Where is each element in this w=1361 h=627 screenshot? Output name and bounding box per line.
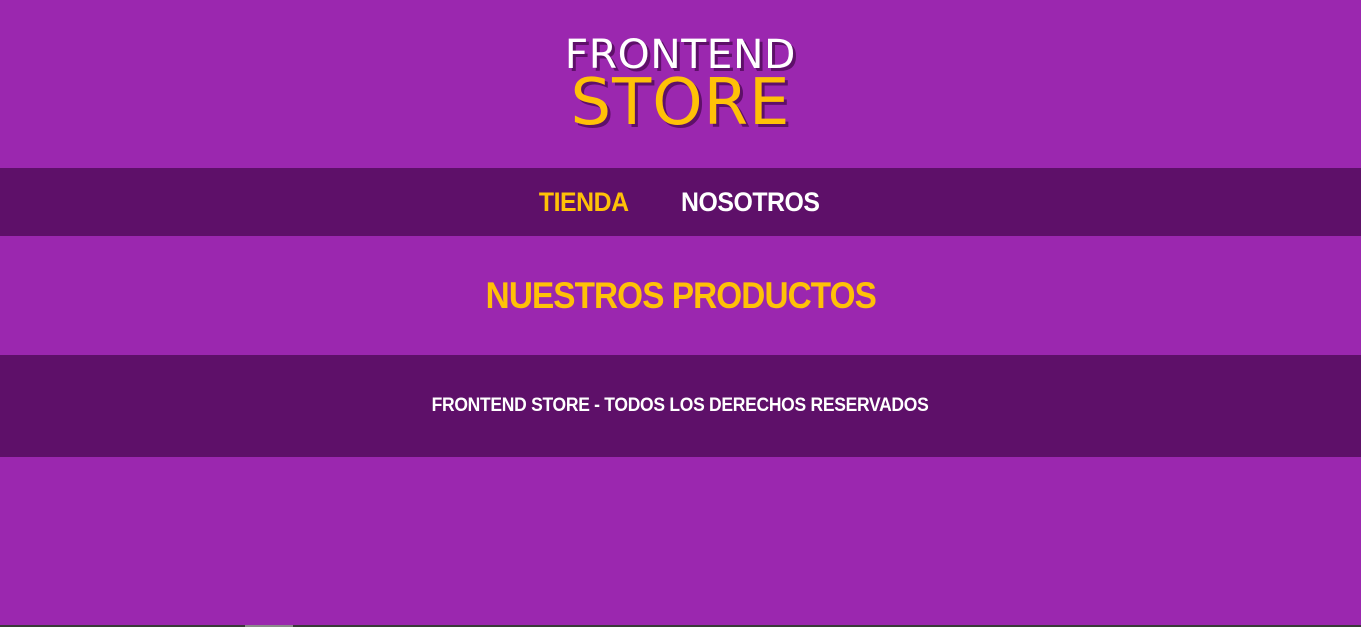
page-title: NUESTROS PRODUCTOS [485, 274, 876, 316]
nav-link-tienda[interactable]: TIENDA [539, 187, 629, 218]
site-header: FRONTEND STORE [0, 0, 1361, 168]
logo-link[interactable]: FRONTEND STORE [564, 32, 797, 140]
main-content: NUESTROS PRODUCTOS [0, 236, 1361, 355]
main-navigation: TIENDA NOSOTROS [0, 168, 1361, 236]
logo-text-frontend: FRONTEND [564, 32, 797, 78]
nav-link-nosotros[interactable]: NOSOTROS [681, 187, 820, 218]
site-footer: FRONTEND STORE - TODOS LOS DERECHOS RESE… [0, 355, 1361, 457]
logo-text-store: STORE [570, 66, 791, 140]
page: FRONTEND STORE TIENDA NOSOTROS NUESTROS … [0, 0, 1361, 627]
footer-copyright: FRONTEND STORE - TODOS LOS DERECHOS RESE… [432, 395, 929, 416]
